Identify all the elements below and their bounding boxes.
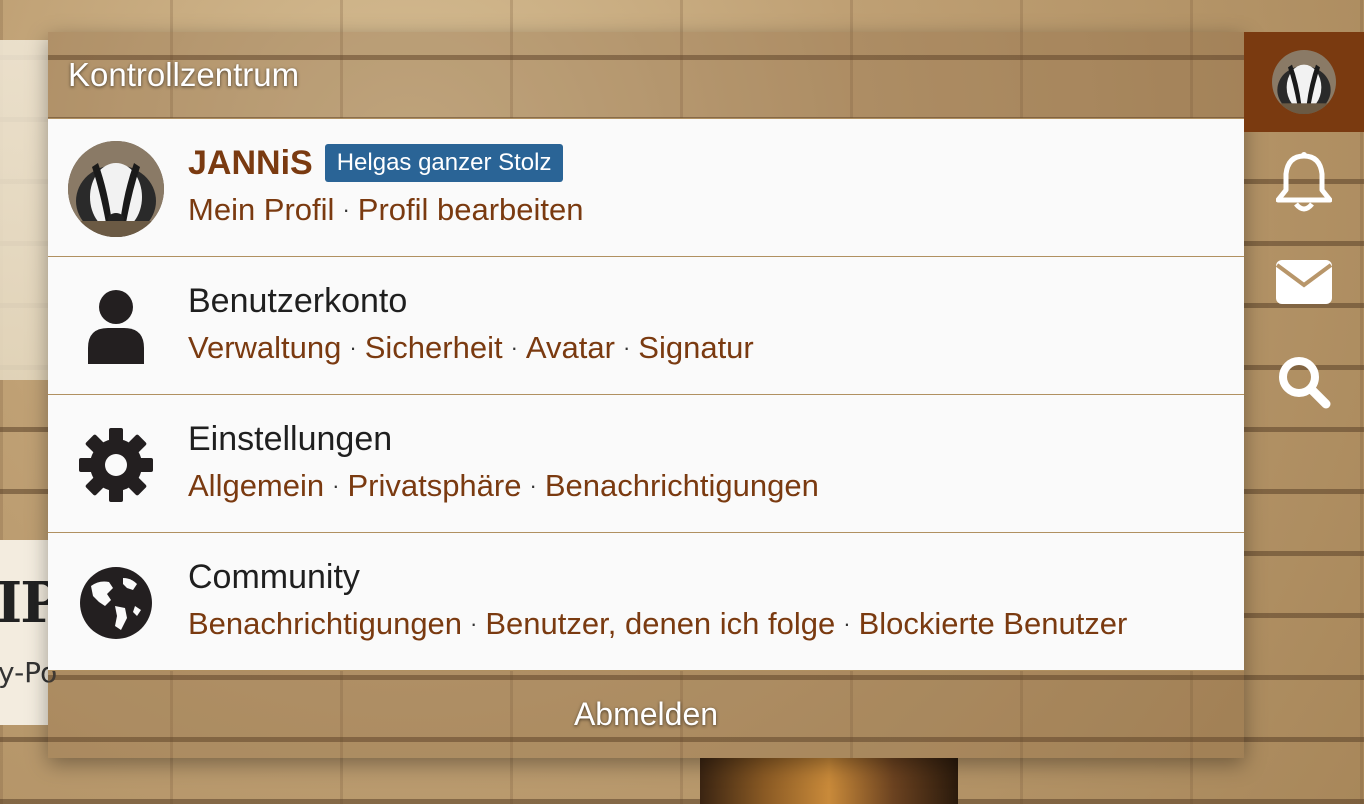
rank-badge: Helgas ganzer Stolz: [324, 144, 564, 182]
background-image-fragment: [700, 758, 958, 804]
link-signatur[interactable]: Signatur: [638, 330, 753, 365]
user-avatar-wrapper[interactable]: [68, 141, 164, 237]
separator: ·: [470, 611, 478, 636]
section-title-account: Benutzerkonto: [188, 282, 408, 320]
link-edit-profile[interactable]: Profil bearbeiten: [358, 192, 584, 227]
link-allgemein[interactable]: Allgemein: [188, 468, 324, 503]
logout-button[interactable]: Abmelden: [574, 696, 718, 733]
user-avatar[interactable]: [68, 141, 164, 237]
background-page-fragment: [0, 40, 48, 380]
user-icon: [68, 279, 164, 375]
user-avatar[interactable]: [1272, 50, 1336, 114]
separator: ·: [342, 197, 350, 222]
link-followed-users[interactable]: Benutzer, denen ich folge: [485, 606, 835, 641]
user-menu-button[interactable]: [1244, 32, 1364, 132]
link-my-profile[interactable]: Mein Profil: [188, 192, 334, 227]
community-section: Community Benachrichtigungen · Benutzer, d…: [48, 532, 1244, 670]
separator: ·: [843, 611, 851, 636]
panel-header: Kontrollzentrum: [48, 32, 1244, 118]
panel-footer: Abmelden: [48, 670, 1244, 758]
panel-title: Kontrollzentrum: [68, 56, 300, 93]
separator: ·: [622, 335, 631, 360]
envelope-icon[interactable]: [1244, 232, 1364, 332]
separator: ·: [510, 335, 518, 360]
link-avatar[interactable]: Avatar: [526, 330, 615, 365]
link-sicherheit[interactable]: Sicherheit: [365, 330, 503, 365]
search-icon[interactable]: [1244, 332, 1364, 432]
bell-icon[interactable]: [1244, 132, 1364, 232]
link-privatsphaere[interactable]: Privatsphäre: [347, 468, 521, 503]
separator: ·: [529, 473, 537, 498]
settings-section: Einstellungen Allgemein · Privatsphäre · Ben…: [48, 394, 1244, 532]
user-section: JANNiS Helgas ganzer Stolz Mein Profil · P…: [48, 118, 1244, 256]
separator: ·: [349, 335, 357, 360]
section-title-community: Community: [188, 558, 360, 596]
link-verwaltung[interactable]: Verwaltung: [188, 330, 341, 365]
account-section: Benutzerkonto Verwaltung · Sicherheit · Avat…: [48, 256, 1244, 394]
globe-icon: [68, 555, 164, 651]
link-benachrichtigungen-settings[interactable]: Benachrichtigungen: [545, 468, 819, 503]
side-icon-bar: [1244, 32, 1364, 804]
link-benachrichtigungen-community[interactable]: Benachrichtigungen: [188, 606, 462, 641]
control-center-panel: Kontrollzentrum JANNiS Helgas ganzer Sto…: [48, 32, 1244, 758]
username-link[interactable]: JANNiS: [188, 143, 313, 183]
gear-icon: [68, 417, 164, 513]
link-blocked-users[interactable]: Blockierte Benutzer: [859, 606, 1128, 641]
section-title-settings: Einstellungen: [188, 420, 393, 458]
separator: ·: [332, 473, 340, 498]
